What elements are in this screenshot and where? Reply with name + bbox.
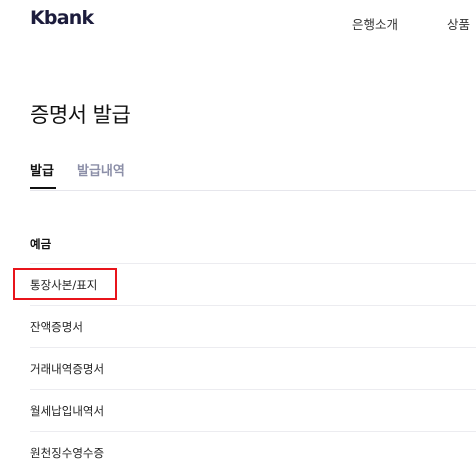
list-item-label: 통장사본/표지	[30, 278, 98, 292]
certificate-list: 통장사본/표지 잔액증명서 거래내역증명서 월세납입내역서 원천징수영수증	[30, 263, 476, 473]
page-title: 증명서 발급	[30, 103, 131, 127]
tab-issue[interactable]: 발급	[30, 160, 56, 189]
nav-item-bank-intro[interactable]: 은행소개	[352, 14, 398, 33]
tab-bar: 발급 발급내역	[30, 160, 476, 191]
section-title-deposit: 예금	[30, 237, 52, 251]
tab-issue-history[interactable]: 발급내역	[77, 160, 125, 179]
list-item-transaction-certificate[interactable]: 거래내역증명서	[30, 347, 476, 389]
list-item-label: 월세납입내역서	[30, 404, 105, 418]
site-header: Kbank 은행소개 상품	[0, 0, 476, 46]
kbank-logo[interactable]: Kbank	[30, 7, 94, 29]
list-item-bankbook-copy[interactable]: 통장사본/표지	[30, 263, 476, 305]
list-item-withholding-receipt[interactable]: 원천징수영수증	[30, 431, 476, 473]
nav-item-products[interactable]: 상품	[447, 14, 470, 33]
list-item-balance-certificate[interactable]: 잔액증명서	[30, 305, 476, 347]
list-item-rent-payment-statement[interactable]: 월세납입내역서	[30, 389, 476, 431]
list-item-label: 원천징수영수증	[30, 446, 105, 460]
list-item-label: 거래내역증명서	[30, 362, 105, 376]
list-item-label: 잔액증명서	[30, 320, 83, 334]
